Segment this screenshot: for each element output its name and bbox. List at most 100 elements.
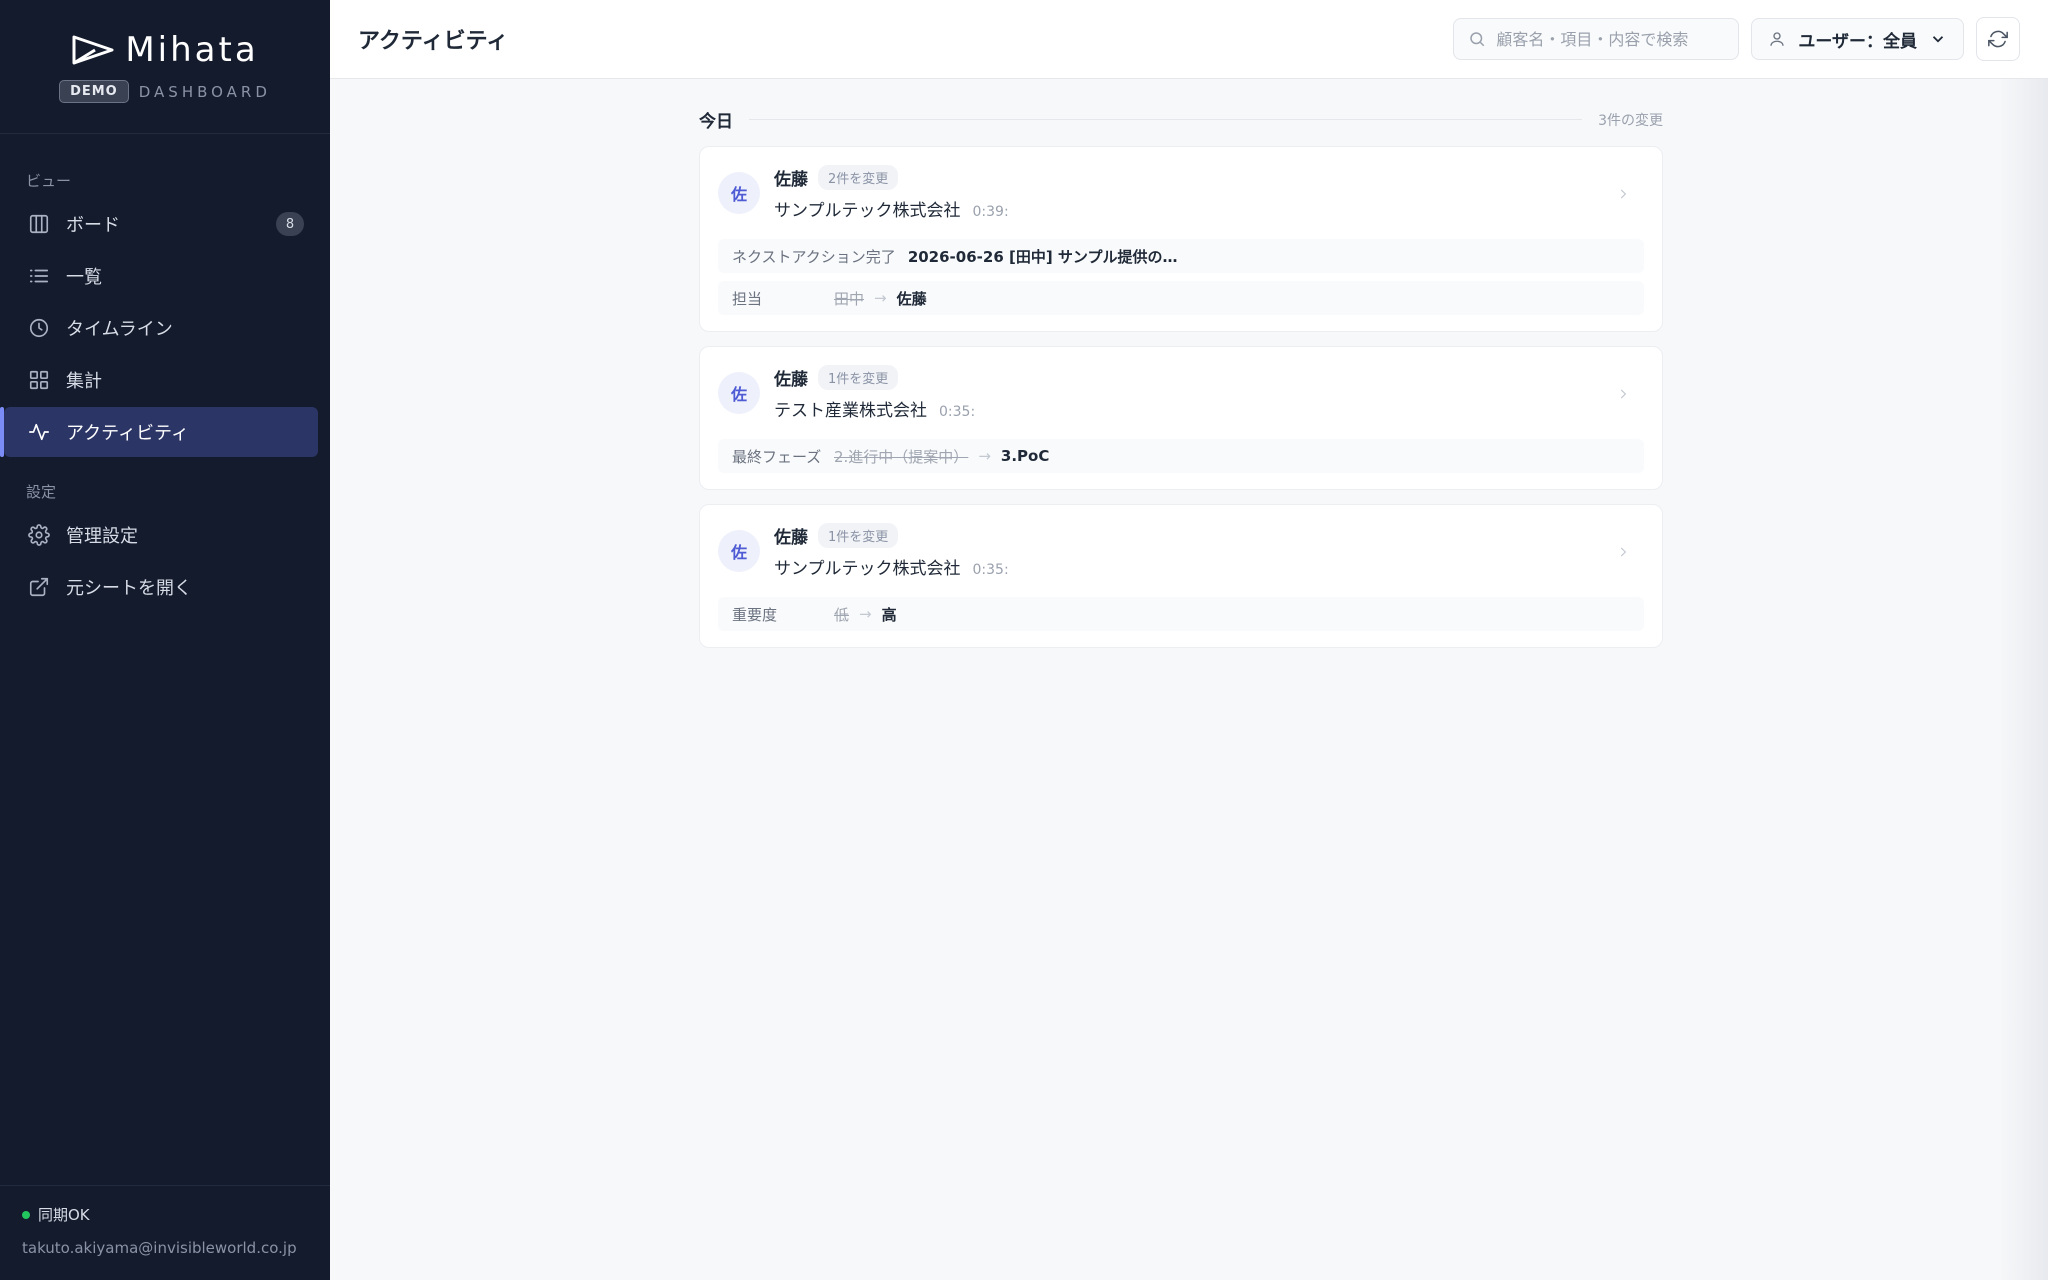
activity-card-company-row: サンプルテック株式会社 0:39: [774, 196, 1009, 221]
user-name: 佐藤 [774, 528, 808, 548]
brand-logo-row[interactable]: Mihata [71, 30, 258, 70]
activity-card-meta: 佐藤 1件を変更 サンプルテック株式会社 0:35: [774, 523, 1009, 579]
brand-name: Mihata [125, 30, 259, 70]
page-title: アクティビティ [358, 29, 509, 54]
dashboard-label: DASHBOARD [138, 82, 271, 101]
company-name: サンプルテック株式会社 [774, 201, 961, 221]
chevron-right-icon[interactable] [1616, 544, 1630, 558]
field-label: 最終フェーズ [732, 447, 822, 466]
refresh-icon [1988, 30, 2008, 48]
new-value: 3.PoC [1000, 447, 1050, 465]
sidebar-footer: 同期OK takuto.akiyama@invisibleworld.co.jp [0, 1185, 330, 1280]
activity-card-user-row: 佐藤 1件を変更 [774, 365, 975, 390]
sidebar-item-label: タイムライン [66, 319, 173, 340]
company-name: テスト産業株式会社 [774, 401, 927, 421]
day-header: 今日 3件の変更 [699, 107, 1663, 132]
company-name: サンプルテック株式会社 [774, 559, 961, 579]
topbar: アクティビティ ユーザー：全員 [330, 0, 2048, 79]
sidebar-item-timeline[interactable]: タイムライン [4, 303, 318, 353]
chevron-down-icon [1932, 36, 1944, 43]
activity-card-company-row: サンプルテック株式会社 0:35: [774, 554, 1009, 579]
brand-block: Mihata DEMO DASHBOARD [0, 0, 330, 134]
brand-subtitle: DEMO DASHBOARD [59, 80, 271, 103]
external-link-icon [28, 576, 50, 598]
timestamp: 0:39: [972, 204, 1009, 220]
sidebar-item-label: 一覧 [66, 267, 102, 288]
main-area: アクティビティ ユーザー：全員 今日 3件の変更 [330, 0, 2048, 1280]
sidebar-item-activity[interactable]: アクティビティ [0, 407, 318, 457]
activity-card-company-row: テスト産業株式会社 0:35: [774, 396, 975, 421]
chevron-right-icon[interactable] [1616, 186, 1630, 200]
sidebar: Mihata DEMO DASHBOARD ビュー ボード 8 一覧 タイムライ… [0, 0, 330, 1280]
sidebar-item-open-sheet[interactable]: 元シートを開く [4, 562, 318, 612]
gear-icon [28, 524, 50, 546]
change-count-badge: 2件を変更 [818, 165, 899, 190]
search-input[interactable] [1496, 29, 1717, 49]
new-value: 佐藤 [896, 289, 927, 308]
activity-card-header: 佐 佐藤 2件を変更 サンプルテック株式会社 0:39: [718, 165, 1644, 221]
activity-card[interactable]: 佐 佐藤 2件を変更 サンプルテック株式会社 0:39: ネクストアクション完了… [699, 146, 1663, 332]
avatar: 佐 [718, 172, 760, 214]
user-email: takuto.akiyama@invisibleworld.co.jp [22, 1239, 297, 1257]
activity-card[interactable]: 佐 佐藤 1件を変更 テスト産業株式会社 0:35: 最終フェーズ 2.進行中（… [699, 346, 1663, 490]
nav-section-settings: 設定 [26, 483, 57, 501]
arrow-right-icon: → [874, 289, 887, 307]
activity-icon [28, 421, 50, 443]
field-label: ネクストアクション完了 [732, 247, 896, 266]
nav-section-view: ビュー [26, 172, 72, 190]
timestamp: 0:35: [939, 404, 976, 420]
user-icon [1770, 32, 1785, 46]
change-count-badge: 1件を変更 [818, 523, 899, 548]
sidebar-item-board[interactable]: ボード 8 [4, 199, 318, 249]
brand-logo-icon [72, 35, 114, 65]
chevron-right-icon[interactable] [1616, 386, 1630, 400]
field-label: 重要度 [732, 605, 778, 624]
day-divider [749, 119, 1583, 120]
clock-icon [28, 317, 50, 339]
sync-status-text: 同期OK [38, 1206, 90, 1224]
board-icon [28, 213, 50, 235]
sidebar-item-summary[interactable]: 集計 [4, 355, 318, 405]
change-row: 重要度 低 → 高 [718, 597, 1644, 631]
grid-icon [28, 369, 50, 391]
sidebar-item-label: ボード [66, 215, 120, 236]
topbar-actions: ユーザー：全員 [1453, 17, 2020, 61]
new-value: 高 [881, 605, 897, 624]
old-value: 低 [834, 605, 850, 624]
change-row: 最終フェーズ 2.進行中（提案中） → 3.PoC [718, 439, 1644, 473]
sidebar-item-label: 元シートを開く [66, 578, 192, 599]
sync-status: 同期OK [22, 1204, 308, 1225]
arrow-right-icon: → [978, 447, 991, 465]
change-row: 担当 田中 → 佐藤 [718, 281, 1644, 315]
sidebar-item-list[interactable]: 一覧 [4, 251, 318, 301]
list-icon [28, 265, 50, 287]
arrow-right-icon: → [859, 605, 872, 623]
activity-card-meta: 佐藤 2件を変更 サンプルテック株式会社 0:39: [774, 165, 1009, 221]
activity-card-user-row: 佐藤 2件を変更 [774, 165, 1009, 190]
search-icon [1470, 32, 1485, 47]
sidebar-item-label: 集計 [66, 371, 102, 392]
sidebar-item-label: 管理設定 [66, 526, 138, 547]
change-count-badge: 1件を変更 [818, 365, 899, 390]
field-value: 2026-06-26 [田中] サンプル提供の… [907, 247, 1178, 266]
day-change-count: 3件の変更 [1598, 112, 1663, 129]
content-area: 今日 3件の変更 佐 佐藤 2件を変更 サンプルテック株式会社 0:39: ネク… [330, 79, 2048, 1280]
field-label: 担当 [732, 289, 763, 308]
user-name: 佐藤 [774, 170, 808, 190]
activity-card-header: 佐 佐藤 1件を変更 テスト産業株式会社 0:35: [718, 365, 1644, 421]
activity-feed: 今日 3件の変更 佐 佐藤 2件を変更 サンプルテック株式会社 0:39: ネク… [699, 107, 1663, 1280]
activity-card-header: 佐 佐藤 1件を変更 サンプルテック株式会社 0:35: [718, 523, 1644, 579]
board-count-badge: 8 [276, 212, 304, 236]
old-value: 2.進行中（提案中） [834, 447, 969, 466]
user-filter-dropdown[interactable]: ユーザー：全員 [1751, 18, 1964, 60]
change-row: ネクストアクション完了 2026-06-26 [田中] サンプル提供の… [718, 239, 1644, 273]
activity-card[interactable]: 佐 佐藤 1件を変更 サンプルテック株式会社 0:35: 重要度 低 → 高 [699, 504, 1663, 648]
activity-card-user-row: 佐藤 1件を変更 [774, 523, 1009, 548]
sidebar-item-admin-settings[interactable]: 管理設定 [4, 510, 318, 560]
avatar: 佐 [718, 530, 760, 572]
demo-badge: DEMO [59, 80, 129, 103]
sidebar-item-label: アクティビティ [66, 423, 189, 444]
search-box[interactable] [1453, 18, 1740, 60]
user-filter-label: ユーザー：全員 [1798, 31, 1917, 52]
refresh-button[interactable] [1976, 17, 2020, 61]
